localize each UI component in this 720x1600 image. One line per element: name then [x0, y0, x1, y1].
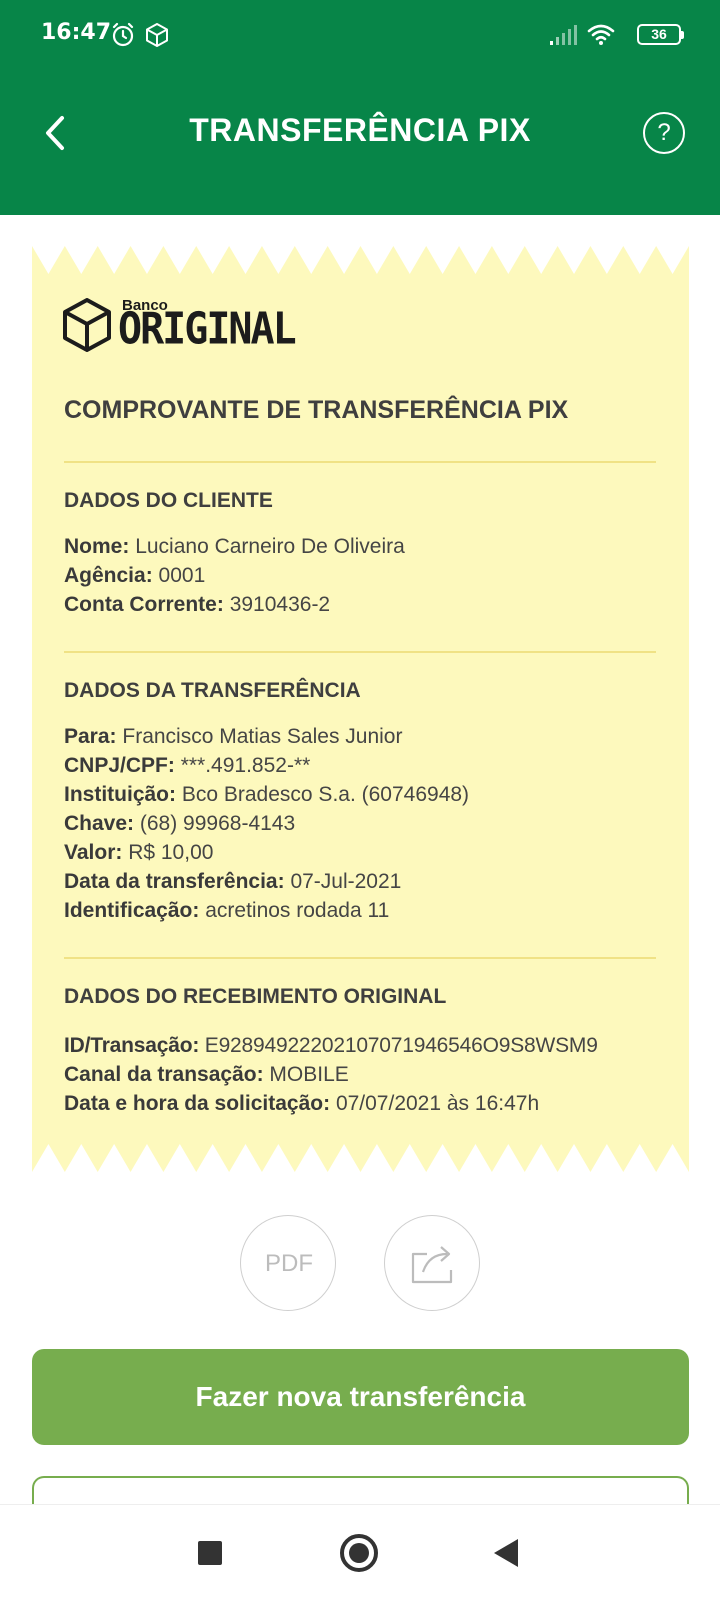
pdf-button[interactable]: PDF — [240, 1215, 336, 1311]
receb-id: ID/Transação: E92894922202107071946546O9… — [64, 1034, 598, 1057]
divider — [64, 461, 656, 463]
transf-cpf: CNPJ/CPF: ***.491.852-** — [64, 754, 311, 777]
back-nav-icon[interactable] — [494, 1539, 518, 1567]
transf-chave: Chave: (68) 99968-4143 — [64, 812, 296, 835]
section-transferencia-heading: DADOS DA TRANSFERÊNCIA — [64, 679, 361, 702]
transf-instituicao: Instituição: Bco Bradesco S.a. (60746948… — [64, 783, 470, 806]
transf-data: Data da transferência: 07-Jul-2021 — [64, 870, 402, 893]
signal-icon — [550, 25, 577, 45]
receb-canal: Canal da transação: MOBILE — [64, 1063, 349, 1086]
home-icon[interactable] — [340, 1534, 378, 1572]
cliente-nome: Nome: Luciano Carneiro De Oliveira — [64, 535, 405, 558]
new-transfer-button[interactable]: Fazer nova transferência — [32, 1349, 689, 1445]
share-icon — [411, 1246, 453, 1284]
share-button[interactable] — [384, 1215, 480, 1311]
status-time: 16:47 — [41, 20, 112, 45]
page-title: TRANSFERÊNCIA PIX — [189, 112, 531, 148]
pdf-label: PDF — [265, 1250, 313, 1277]
receb-datahora: Data e hora da solicitação: 07/07/2021 à… — [64, 1092, 540, 1115]
alarm-icon — [112, 22, 134, 47]
section-recebimento-heading: DADOS DO RECEBIMENTO ORIGINAL — [64, 985, 447, 1008]
receipt-bottom-edge — [32, 1144, 689, 1172]
wifi-icon — [587, 24, 615, 45]
transf-identificacao: Identificação: acretinos rodada 11 — [64, 899, 390, 922]
transf-para: Para: Francisco Matias Sales Junior — [64, 725, 403, 748]
receipt-card: Banco ORIGINAL COMPROVANTE DE TRANSFERÊN… — [32, 246, 689, 1172]
status-bar: 16:47 36 — [0, 0, 720, 70]
help-button[interactable]: ? — [643, 112, 685, 154]
cliente-agencia: Agência: 0001 — [64, 564, 206, 587]
cliente-conta: Conta Corrente: 3910436-2 — [64, 593, 331, 616]
app-header: 16:47 36 TRANSFERÊNCIA PIX ? — [0, 0, 720, 215]
receipt-title: COMPROVANTE DE TRANSFERÊNCIA PIX — [64, 396, 569, 424]
divider — [64, 957, 656, 959]
receipt-top-edge — [32, 246, 689, 274]
logo-text-big: ORIGINAL — [118, 303, 297, 355]
box-icon — [146, 23, 168, 47]
system-nav-bar — [0, 1504, 720, 1600]
transf-valor: Valor: R$ 10,00 — [64, 841, 214, 864]
divider — [64, 651, 656, 653]
recents-icon[interactable] — [198, 1541, 222, 1565]
section-cliente-heading: DADOS DO CLIENTE — [64, 489, 273, 512]
battery-icon: 36 — [637, 24, 684, 45]
